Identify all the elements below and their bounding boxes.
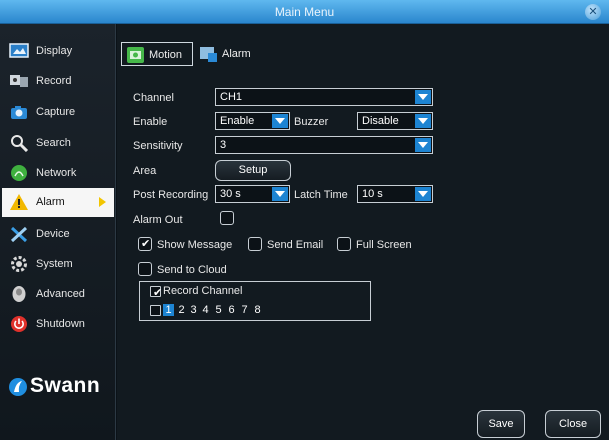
main-menu-window: Main Menu ✕ Display Record Capture Searc… bbox=[0, 0, 609, 440]
channel-label: Channel bbox=[133, 92, 174, 104]
buzzer-value: Disable bbox=[362, 115, 399, 127]
tab-label: Alarm bbox=[222, 48, 251, 60]
sidebar-item-label: System bbox=[36, 258, 73, 270]
latch-time-value: 10 s bbox=[362, 188, 383, 200]
sidebar-item-label: Network bbox=[36, 167, 77, 179]
buzzer-select[interactable]: Disable bbox=[357, 112, 433, 130]
channel-4-toggle[interactable]: 4 bbox=[200, 304, 211, 316]
show-message-label: Show Message bbox=[157, 239, 233, 251]
channel-7-toggle[interactable]: 7 bbox=[239, 304, 250, 316]
brand-name: Swann bbox=[30, 374, 101, 397]
sidebar-item-system[interactable]: System bbox=[2, 250, 114, 279]
send-email-label: Send Email bbox=[267, 239, 324, 251]
send-email-checkbox[interactable] bbox=[248, 237, 262, 251]
swann-logo: Swann bbox=[8, 372, 112, 402]
sidebar-item-label: Alarm bbox=[36, 196, 65, 208]
area-label: Area bbox=[133, 165, 157, 177]
channel-value: CH1 bbox=[220, 91, 243, 103]
sidebar-item-label: Advanced bbox=[36, 288, 85, 300]
buzzer-label: Buzzer bbox=[294, 116, 329, 128]
channel-1-toggle[interactable]: 1 bbox=[163, 304, 174, 316]
tab-alarm[interactable]: Alarm bbox=[195, 42, 257, 66]
close-button[interactable]: Close bbox=[545, 410, 601, 438]
sidebar-item-device[interactable]: Device bbox=[2, 220, 114, 249]
active-arrow-icon bbox=[99, 197, 106, 207]
title-bar: Main Menu ✕ bbox=[0, 0, 609, 24]
close-window-icon[interactable]: ✕ bbox=[585, 4, 601, 20]
sidebar-item-display[interactable]: Display bbox=[2, 37, 114, 66]
post-recording-label: Post Recording bbox=[133, 189, 209, 201]
chevron-down-icon bbox=[415, 187, 431, 201]
send-to-cloud-checkbox[interactable] bbox=[138, 262, 152, 276]
sidebar-item-capture[interactable]: Capture bbox=[2, 98, 114, 127]
sidebar-item-label: Capture bbox=[36, 106, 76, 118]
device-tools-icon bbox=[10, 226, 28, 243]
sensitivity-label: Sensitivity bbox=[133, 140, 183, 152]
sidebar-item-network[interactable]: Network bbox=[2, 159, 114, 188]
chevron-down-icon bbox=[415, 90, 431, 104]
advanced-icon bbox=[12, 286, 26, 302]
sidebar-item-advanced[interactable]: Advanced bbox=[2, 280, 114, 309]
sidebar-item-label: Display bbox=[36, 45, 73, 57]
chevron-down-icon bbox=[272, 187, 288, 201]
alarm-out-label: Alarm Out bbox=[133, 214, 183, 226]
record-channel-group: Record Channel 1 2 3 4 5 6 7 8 bbox=[139, 281, 371, 321]
channel-5-toggle[interactable]: 5 bbox=[213, 304, 224, 316]
alarm-out-checkbox[interactable] bbox=[220, 211, 234, 225]
alarm-settings-panel: Motion Alarm Channel CH1 Enable Enable B… bbox=[117, 24, 609, 440]
sidebar-item-search[interactable]: Search bbox=[2, 129, 114, 158]
alarm-warning-icon bbox=[10, 194, 28, 210]
sidebar-item-shutdown[interactable]: Shutdown bbox=[2, 310, 114, 339]
motion-tab-icon bbox=[127, 47, 144, 63]
sidebar-item-label: Shutdown bbox=[36, 318, 85, 330]
swann-logo-icon bbox=[9, 378, 27, 396]
area-setup-button[interactable]: Setup bbox=[215, 160, 291, 181]
enable-value: Enable bbox=[220, 115, 255, 127]
enable-label: Enable bbox=[133, 116, 168, 128]
record-channel-checkbox[interactable] bbox=[150, 286, 162, 299]
chevron-down-icon bbox=[415, 114, 431, 128]
network-icon bbox=[11, 165, 27, 181]
window-title: Main Menu bbox=[274, 5, 335, 19]
full-screen-label: Full Screen bbox=[356, 239, 412, 251]
record-channel-label: Record Channel bbox=[163, 285, 243, 297]
sensitivity-value: 3 bbox=[220, 139, 227, 151]
display-icon bbox=[9, 43, 29, 58]
power-icon bbox=[11, 316, 27, 332]
enable-select[interactable]: Enable bbox=[215, 112, 290, 130]
sidebar-item-alarm[interactable]: Alarm bbox=[2, 188, 114, 217]
camera-icon bbox=[11, 106, 27, 119]
search-icon bbox=[11, 135, 29, 152]
channel-3-toggle[interactable]: 3 bbox=[188, 304, 199, 316]
channel-select[interactable]: CH1 bbox=[215, 88, 433, 106]
latch-time-select[interactable]: 10 s bbox=[357, 185, 433, 203]
sidebar-item-label: Device bbox=[36, 228, 70, 240]
sidebar-item-label: Search bbox=[36, 137, 71, 149]
post-recording-select[interactable]: 30 s bbox=[215, 185, 290, 203]
send-to-cloud-label: Send to Cloud bbox=[157, 264, 227, 276]
channel-8-toggle[interactable]: 8 bbox=[252, 304, 263, 316]
show-message-checkbox[interactable] bbox=[138, 237, 152, 251]
latch-time-label: Latch Time bbox=[294, 189, 348, 201]
sidebar-item-label: Record bbox=[36, 75, 72, 87]
chevron-down-icon bbox=[415, 138, 431, 152]
save-button[interactable]: Save bbox=[477, 410, 525, 438]
tab-motion[interactable]: Motion bbox=[121, 42, 193, 66]
sidebar: Display Record Capture Search Network Al… bbox=[0, 24, 116, 440]
post-recording-value: 30 s bbox=[220, 188, 241, 200]
gear-icon bbox=[11, 256, 27, 272]
channel-6-toggle[interactable]: 6 bbox=[226, 304, 237, 316]
sensitivity-select[interactable]: 3 bbox=[215, 136, 433, 154]
tab-label: Motion bbox=[149, 49, 183, 61]
all-channels-checkbox[interactable] bbox=[150, 305, 161, 316]
alarm-tab-icon bbox=[200, 47, 217, 62]
channel-2-toggle[interactable]: 2 bbox=[176, 304, 187, 316]
sidebar-item-record[interactable]: Record bbox=[2, 67, 114, 96]
record-icon bbox=[10, 75, 28, 87]
full-screen-checkbox[interactable] bbox=[337, 237, 351, 251]
chevron-down-icon bbox=[272, 114, 288, 128]
